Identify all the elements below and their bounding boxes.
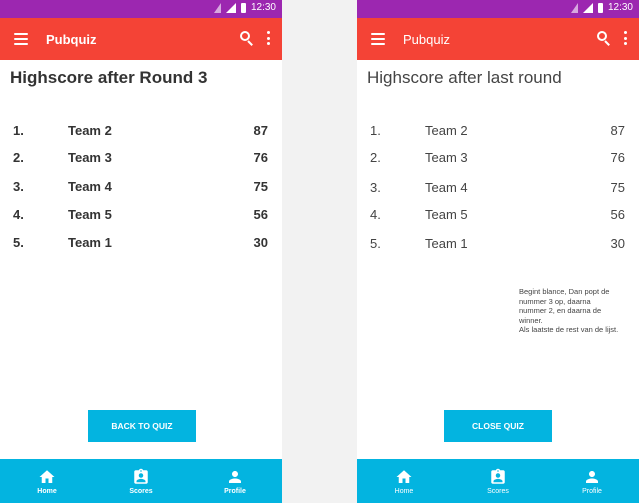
battery-icon xyxy=(597,2,603,13)
nav-scores[interactable]: Scores xyxy=(111,468,171,495)
wifi-icon xyxy=(570,2,578,13)
team-name: Team 5 xyxy=(68,207,112,222)
rank-position: 5. xyxy=(13,235,24,250)
nav-label: Profile xyxy=(582,487,602,495)
annotation-note: Begint blance, Dan popt de nummer 3 op, … xyxy=(519,287,619,334)
close-quiz-button[interactable]: CLOSE QUIZ xyxy=(444,410,552,442)
rank-position: 3. xyxy=(370,180,381,195)
rank-position: 3. xyxy=(13,179,24,194)
app-bar: Pubquiz xyxy=(357,18,639,60)
menu-icon[interactable] xyxy=(371,33,385,45)
rank-position: 2. xyxy=(370,150,381,165)
phone-screen-right: 12:30 Pubquiz Highscore after last round… xyxy=(357,0,639,503)
ranking-row: 4. Team 5 56 xyxy=(357,207,639,229)
home-icon xyxy=(396,469,412,483)
team-score: 87 xyxy=(253,123,268,138)
nav-profile[interactable]: Profile xyxy=(562,468,622,495)
ranking-row: 5. Team 1 30 xyxy=(0,235,282,257)
team-name: Team 3 xyxy=(68,150,112,165)
team-name: Team 2 xyxy=(68,123,112,138)
bottom-nav: Home Scores Profile xyxy=(0,459,282,503)
nav-label: Profile xyxy=(224,487,246,495)
team-name: Team 1 xyxy=(68,235,112,250)
page-title: Highscore after Round 3 xyxy=(10,68,208,87)
ranking-row: 4. Team 5 56 xyxy=(0,207,282,229)
nav-profile[interactable]: Profile xyxy=(205,468,265,495)
profile-icon xyxy=(586,470,598,483)
app-bar: Pubquiz xyxy=(0,18,282,60)
status-time: 12:30 xyxy=(250,2,276,13)
battery-icon xyxy=(240,2,246,13)
nav-scores[interactable]: Scores xyxy=(468,468,528,495)
back-to-quiz-button[interactable]: BACK TO QUIZ xyxy=(88,410,196,442)
team-name: Team 4 xyxy=(68,179,112,194)
team-name: Team 2 xyxy=(425,123,468,138)
scores-icon xyxy=(134,468,148,484)
wifi-icon xyxy=(213,2,221,13)
signal-icon xyxy=(582,2,593,13)
team-score: 56 xyxy=(610,207,625,222)
bottom-nav: Home Scores Profile xyxy=(357,459,639,503)
status-bar: 12:30 xyxy=(0,0,282,18)
team-name: Team 4 xyxy=(425,180,468,195)
status-icons: 12:30 xyxy=(213,2,276,13)
ranking-row: 2. Team 3 76 xyxy=(357,150,639,172)
menu-icon[interactable] xyxy=(14,33,28,45)
page-title: Highscore after last round xyxy=(367,68,562,87)
ranking-row: 1. Team 2 87 xyxy=(357,123,639,145)
nav-label: Scores xyxy=(487,487,509,495)
app-title: Pubquiz xyxy=(403,31,450,47)
status-icons: 12:30 xyxy=(570,2,633,13)
search-icon[interactable] xyxy=(597,31,611,46)
rank-position: 4. xyxy=(370,207,381,222)
app-bar-actions xyxy=(240,31,270,46)
ranking-row: 2. Team 3 76 xyxy=(0,150,282,172)
home-icon xyxy=(39,469,55,483)
nav-label: Scores xyxy=(129,487,153,495)
ranking-row: 1. Team 2 87 xyxy=(0,123,282,145)
canvas: 12:30 Pubquiz Highscore after Round 3 1.… xyxy=(0,0,639,503)
more-vert-icon[interactable] xyxy=(623,31,627,45)
more-vert-icon[interactable] xyxy=(266,31,270,45)
rank-position: 5. xyxy=(370,236,381,251)
ranking-row: 5. Team 1 30 xyxy=(357,236,639,258)
status-time: 12:30 xyxy=(607,2,633,13)
nav-label: Home xyxy=(394,487,414,495)
search-icon[interactable] xyxy=(240,31,254,46)
team-score: 75 xyxy=(253,179,268,194)
team-name: Team 3 xyxy=(425,150,468,165)
team-score: 76 xyxy=(253,150,268,165)
team-score: 87 xyxy=(610,123,625,138)
team-score: 30 xyxy=(253,235,268,250)
rank-position: 1. xyxy=(370,123,381,138)
rank-position: 2. xyxy=(13,150,24,165)
rank-position: 1. xyxy=(13,123,24,138)
team-score: 76 xyxy=(610,150,625,165)
ranking-row: 3. Team 4 75 xyxy=(0,179,282,201)
rank-position: 4. xyxy=(13,207,24,222)
team-name: Team 5 xyxy=(425,207,468,222)
nav-home[interactable]: Home xyxy=(17,468,77,495)
nav-home[interactable]: Home xyxy=(374,468,434,495)
status-bar: 12:30 xyxy=(357,0,639,18)
signal-icon xyxy=(225,2,236,13)
team-score: 56 xyxy=(253,207,268,222)
team-name: Team 1 xyxy=(425,236,468,251)
scores-icon xyxy=(491,468,505,484)
phone-screen-left: 12:30 Pubquiz Highscore after Round 3 1.… xyxy=(0,0,282,503)
profile-icon xyxy=(229,470,241,483)
app-bar-actions xyxy=(597,31,627,46)
team-score: 30 xyxy=(610,236,625,251)
team-score: 75 xyxy=(610,180,625,195)
nav-label: Home xyxy=(37,487,57,495)
app-title: Pubquiz xyxy=(46,31,97,47)
ranking-row: 3. Team 4 75 xyxy=(357,180,639,202)
